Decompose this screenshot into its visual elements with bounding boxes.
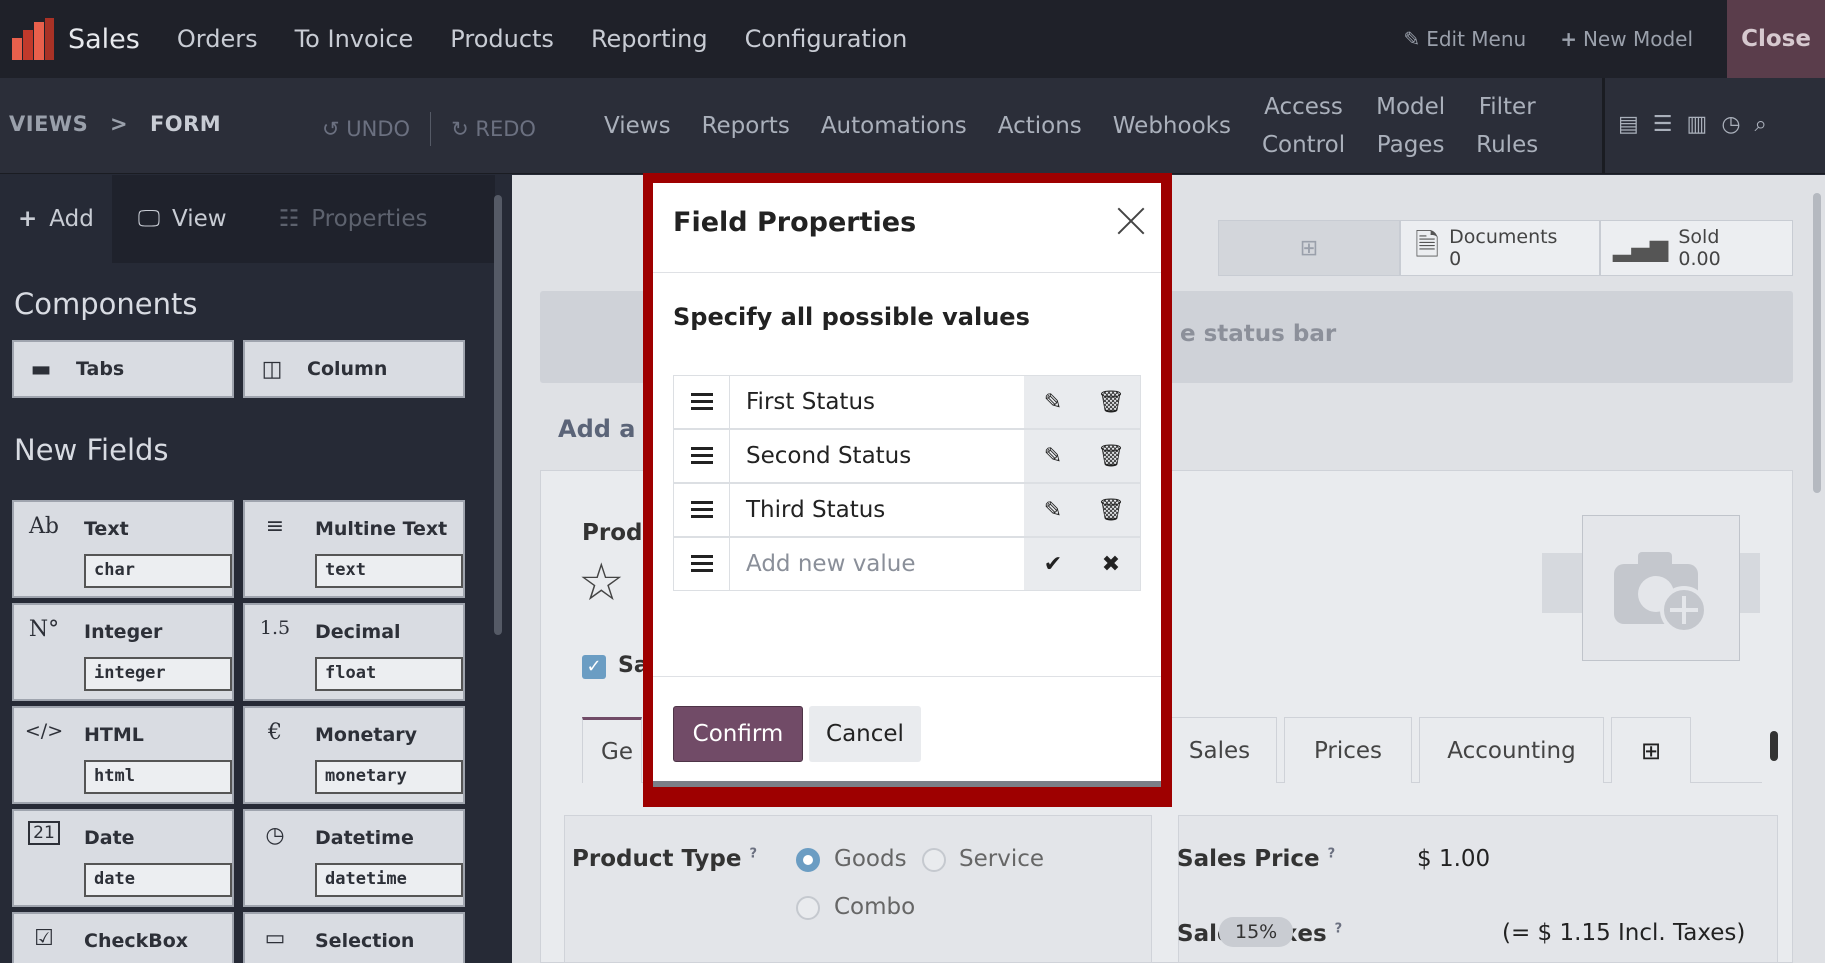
edit-icon[interactable]: ✎ <box>1038 441 1068 471</box>
value-label: First Status <box>746 389 876 415</box>
value-row: Third Status ✎ 🗑 <box>673 483 1141 537</box>
modal-header: Field Properties <box>653 183 1161 273</box>
drag-handle-icon[interactable] <box>674 538 730 590</box>
edit-icon[interactable]: ✎ <box>1038 495 1068 525</box>
confirm-button[interactable]: Confirm <box>673 706 803 762</box>
field-properties-dialog: Field Properties Specify all possible va… <box>653 183 1161 787</box>
value-row: Second Status ✎ 🗑 <box>673 429 1141 483</box>
drag-handle-icon[interactable] <box>674 376 730 428</box>
x-icon[interactable]: ✖ <box>1096 549 1126 579</box>
new-value-row: ✔ ✖ <box>673 537 1141 591</box>
edit-icon[interactable]: ✎ <box>1038 387 1068 417</box>
trash-icon[interactable]: 🗑 <box>1096 387 1126 417</box>
drag-handle-icon[interactable] <box>674 484 730 536</box>
value-label: Second Status <box>746 443 912 469</box>
trash-icon[interactable]: 🗑 <box>1096 441 1126 471</box>
modal-footer: Confirm Cancel <box>653 676 1161 787</box>
value-row: First Status ✎ 🗑 <box>673 375 1141 429</box>
cancel-button[interactable]: Cancel <box>809 706 921 762</box>
modal-title: Field Properties <box>673 207 917 238</box>
new-value-input[interactable] <box>746 551 1016 577</box>
checkmark-icon[interactable]: ✔ <box>1038 549 1068 579</box>
modal-bottom-edge <box>653 781 1161 787</box>
modal-subtitle: Specify all possible values <box>673 303 1030 331</box>
trash-icon[interactable]: 🗑 <box>1096 495 1126 525</box>
value-label: Third Status <box>746 497 886 523</box>
drag-handle-icon[interactable] <box>674 430 730 482</box>
close-icon[interactable] <box>1113 203 1149 239</box>
